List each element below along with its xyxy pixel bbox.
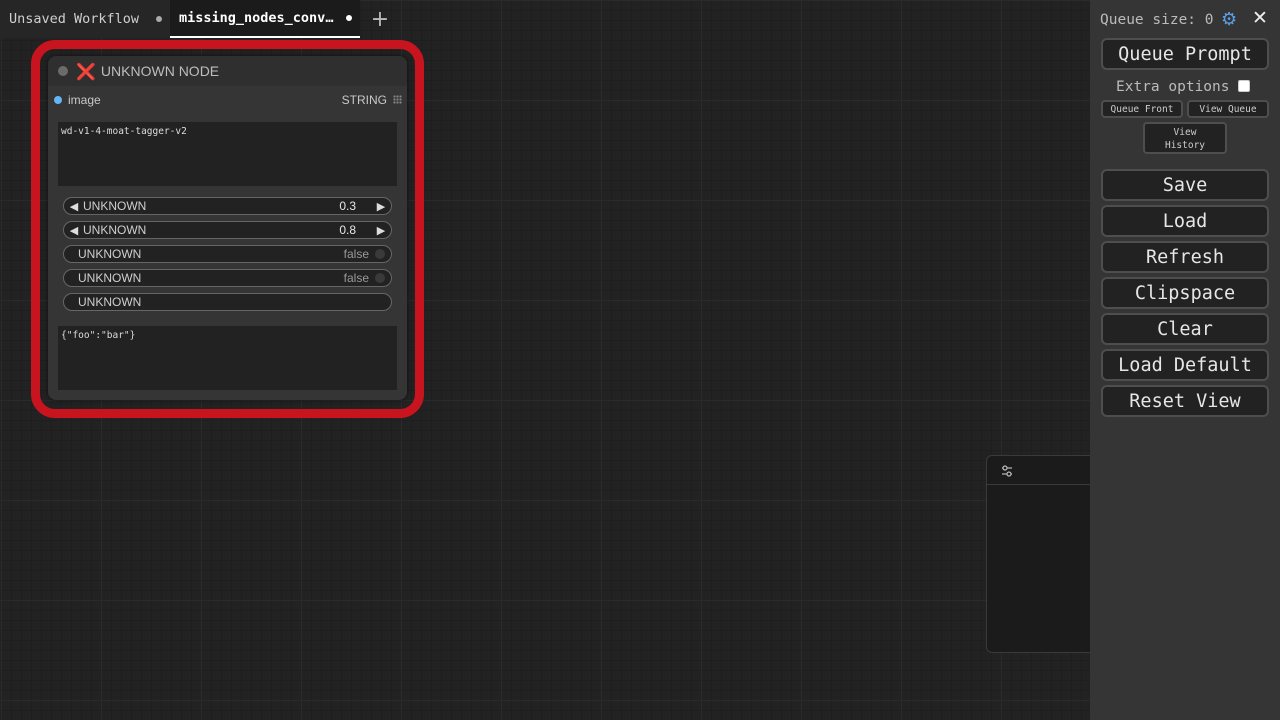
view-history-line-2: History — [1164, 140, 1206, 151]
increment-arrow-icon[interactable]: ▶ — [374, 224, 388, 237]
extra-options-label: Extra options — [1116, 79, 1230, 95]
tab-label: Unsaved Workflow — [9, 11, 140, 27]
widget-value: 0.3 — [339, 199, 356, 213]
node-title: UNKNOWN NODE — [100, 63, 220, 79]
extra-options-checkbox[interactable] — [1238, 80, 1250, 92]
input-slot-label: image — [68, 93, 101, 107]
tab-unsaved-workflow[interactable]: Unsaved Workflow — [0, 0, 170, 38]
error-x-icon: ❌ — [76, 61, 96, 81]
toggle-knob-icon — [375, 273, 385, 283]
sliders-icon[interactable] — [1000, 464, 1014, 478]
widget-label: UNKNOWN — [83, 199, 147, 213]
node-title-bar[interactable]: ❌ UNKNOWN NODE — [48, 56, 407, 86]
tab-missing-nodes[interactable]: missing_nodes_converted_widget — [170, 0, 360, 38]
save-button[interactable]: Save — [1101, 169, 1269, 201]
view-history-button[interactable]: View History — [1143, 122, 1227, 154]
input-slot-dot-icon[interactable] — [54, 96, 62, 104]
toggle-knob-icon — [375, 249, 385, 259]
view-history-line-1: View — [1173, 127, 1197, 138]
output-slot-grid-icon[interactable] — [393, 95, 402, 104]
reset-view-button[interactable]: Reset View — [1101, 385, 1269, 417]
widget-label: UNKNOWN — [78, 295, 142, 309]
add-tab-button[interactable]: + — [360, 0, 400, 38]
unsaved-dot-icon — [156, 16, 162, 22]
text-input-area[interactable]: wd-v1-4-moat-tagger-v2 — [58, 122, 397, 186]
gear-icon[interactable]: ⚙ — [1221, 9, 1237, 30]
clipspace-button[interactable]: Clipspace — [1101, 277, 1269, 309]
widget-value: 0.8 — [339, 223, 356, 237]
node-slots: image STRING — [48, 92, 407, 108]
widget-label: UNKNOWN — [78, 247, 142, 261]
view-queue-button[interactable]: View Queue — [1187, 100, 1269, 118]
load-default-button[interactable]: Load Default — [1101, 349, 1269, 381]
comfy-menu: Queue size: 0 ⚙ ✕ Queue Prompt Extra opt… — [1090, 0, 1280, 720]
queue-front-button[interactable]: Queue Front — [1101, 100, 1183, 118]
json-input-area[interactable]: {"foo":"bar"} — [58, 326, 397, 390]
load-button[interactable]: Load — [1101, 205, 1269, 237]
tab-label: missing_nodes_converted_widget — [179, 10, 338, 26]
clear-button[interactable]: Clear — [1101, 313, 1269, 345]
widget-value: false — [343, 271, 369, 285]
workflow-tab-bar: Unsaved Workflow missing_nodes_converted… — [0, 0, 400, 38]
collapse-dot-icon[interactable] — [58, 66, 68, 76]
unknown-node[interactable]: ❌ UNKNOWN NODE image STRING wd-v1-4-moat… — [48, 56, 407, 400]
widget-value: false — [343, 247, 369, 261]
decrement-arrow-icon[interactable]: ◀ — [67, 224, 81, 237]
unsaved-dot-icon — [346, 15, 352, 21]
queue-size-label: Queue size: 0 — [1100, 12, 1214, 28]
refresh-button[interactable]: Refresh — [1101, 241, 1269, 273]
close-icon[interactable]: ✕ — [1252, 7, 1268, 29]
increment-arrow-icon[interactable]: ▶ — [374, 200, 388, 213]
decrement-arrow-icon[interactable]: ◀ — [67, 200, 81, 213]
text-widget[interactable]: UNKNOWN — [63, 293, 392, 311]
output-slot-label: STRING — [341, 93, 387, 107]
toggle-widget-1[interactable]: UNKNOWN false — [63, 245, 392, 263]
number-widget-2[interactable]: ◀ UNKNOWN 0.8 ▶ — [63, 221, 392, 239]
side-panel — [986, 455, 1090, 653]
side-panel-header — [987, 456, 1090, 485]
number-widget-1[interactable]: ◀ UNKNOWN 0.3 ▶ — [63, 197, 392, 215]
widget-label: UNKNOWN — [78, 271, 142, 285]
toggle-widget-2[interactable]: UNKNOWN false — [63, 269, 392, 287]
widget-label: UNKNOWN — [83, 223, 147, 237]
queue-prompt-button[interactable]: Queue Prompt — [1101, 38, 1269, 70]
